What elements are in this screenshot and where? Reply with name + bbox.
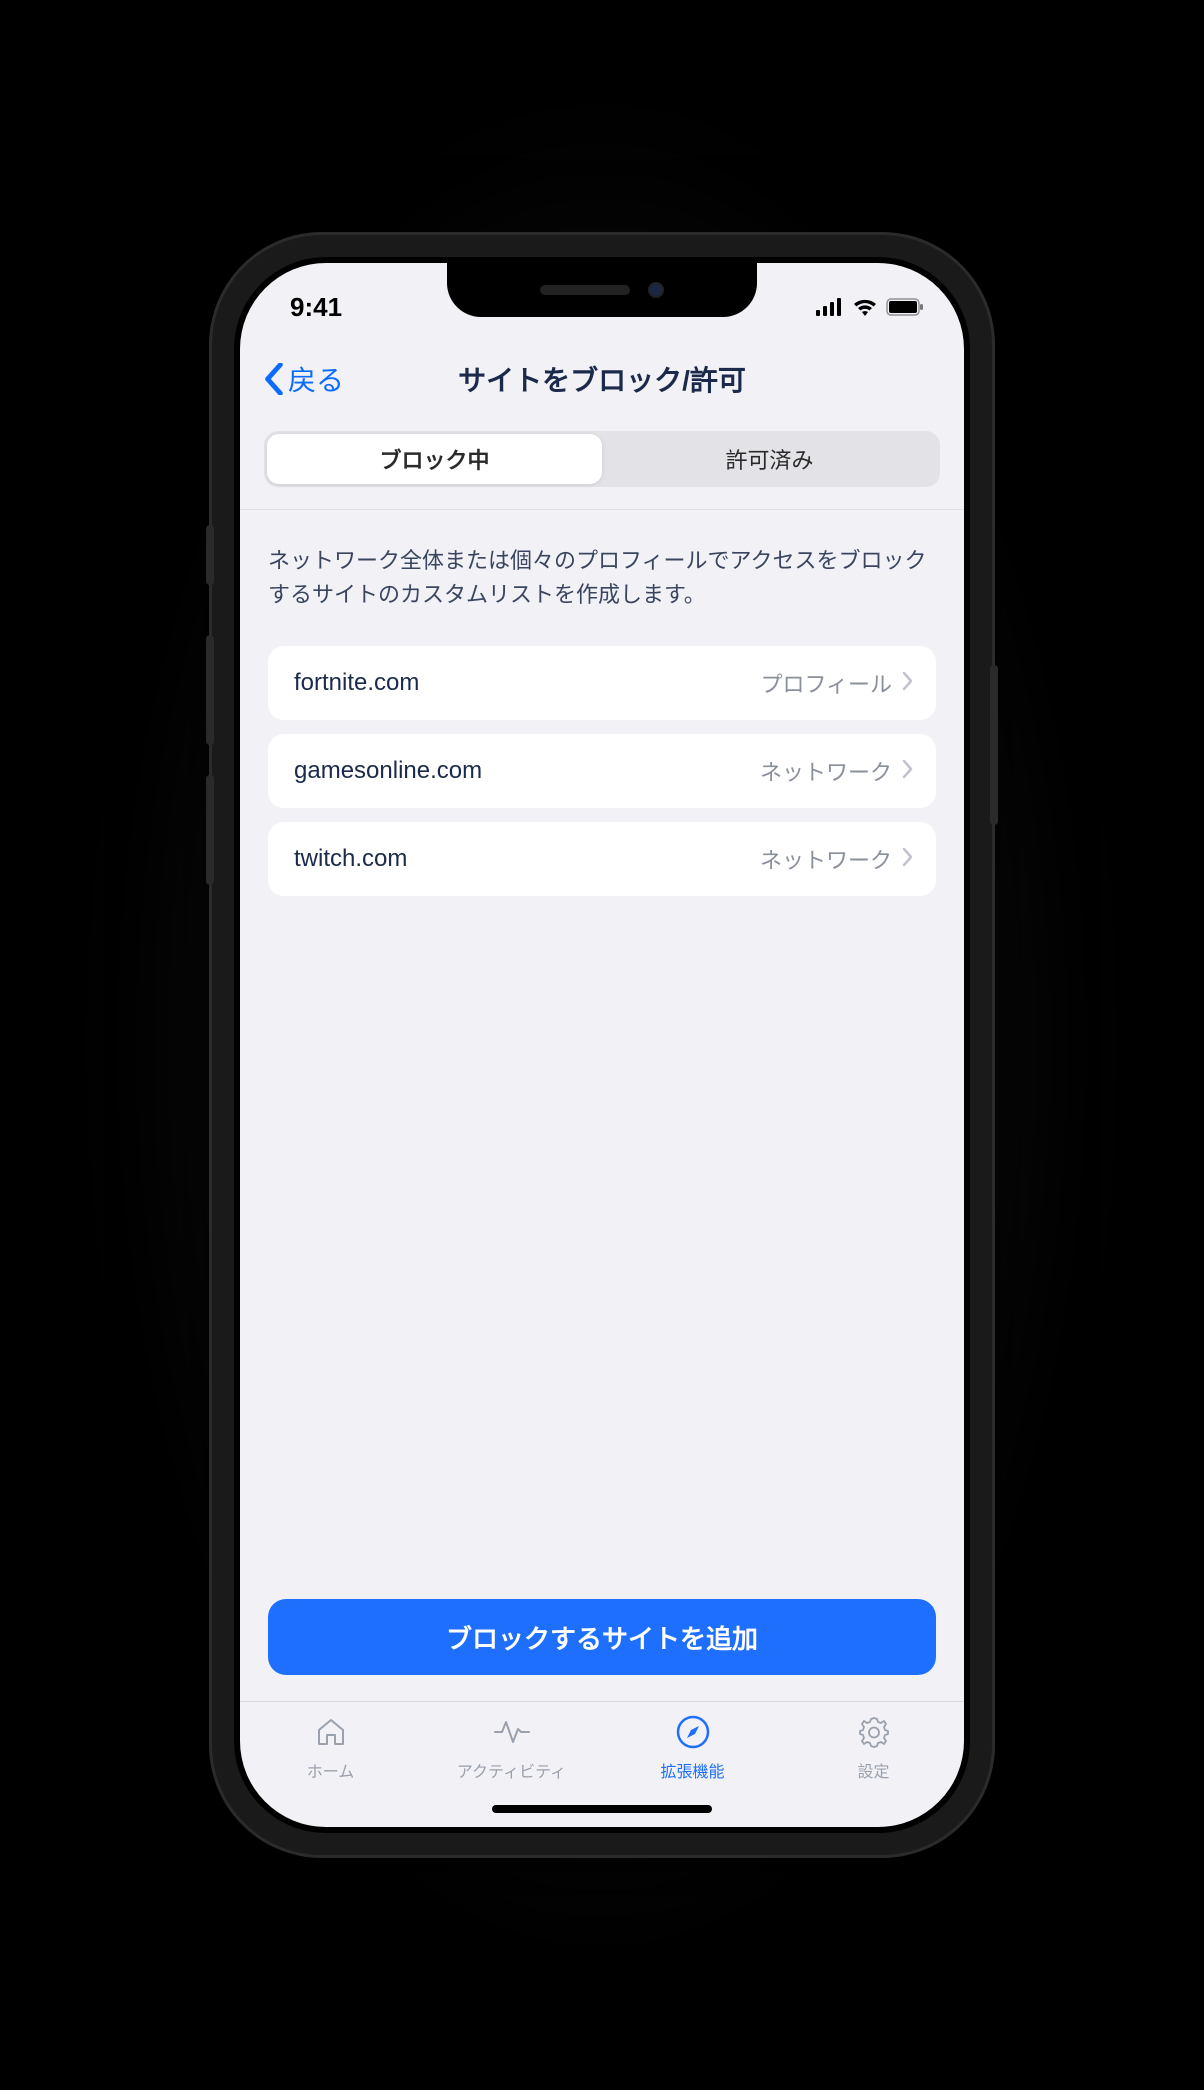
home-icon xyxy=(311,1712,351,1752)
gear-icon xyxy=(854,1712,894,1752)
tab-activity-label: アクティビティ xyxy=(457,1758,566,1782)
back-button[interactable]: 戻る xyxy=(264,359,344,399)
site-domain: fortnite.com xyxy=(294,669,760,697)
tab-allowed[interactable]: 許可済み xyxy=(602,434,937,484)
site-row[interactable]: twitch.com ネットワーク xyxy=(268,822,936,896)
phone-frame: 9:41 戻る サイトをブロッ xyxy=(212,235,992,1855)
chevron-left-icon xyxy=(264,363,284,395)
tab-allowed-label: 許可済み xyxy=(725,443,813,475)
site-scope: ネットワーク xyxy=(760,755,892,787)
tab-settings[interactable]: 設定 xyxy=(783,1712,964,1827)
tab-home[interactable]: ホーム xyxy=(240,1712,421,1827)
site-domain: twitch.com xyxy=(294,845,760,873)
nav-header: 戻る サイトをブロック/許可 xyxy=(240,341,964,417)
wifi-icon xyxy=(852,298,878,316)
chevron-right-icon xyxy=(902,671,914,696)
device-notch xyxy=(447,263,757,317)
tab-blocked[interactable]: ブロック中 xyxy=(267,434,602,484)
site-list: fortnite.com プロフィール gamesonline.com ネットワ… xyxy=(268,646,936,896)
tab-settings-label: 設定 xyxy=(857,1758,889,1782)
site-scope: ネットワーク xyxy=(760,843,892,875)
tab-extensions-label: 拡張機能 xyxy=(660,1758,724,1782)
activity-icon xyxy=(492,1712,532,1752)
battery-icon xyxy=(886,298,924,316)
site-domain: gamesonline.com xyxy=(294,757,760,785)
segmented-control: ブロック中 許可済み xyxy=(264,431,940,487)
tab-blocked-label: ブロック中 xyxy=(379,443,489,475)
section-description: ネットワーク全体または個々のプロフィールでアクセスをブロックするサイトのカスタム… xyxy=(268,544,936,612)
site-row[interactable]: gamesonline.com ネットワーク xyxy=(268,734,936,808)
add-site-label: ブロックするサイトを追加 xyxy=(446,1619,758,1656)
status-time: 9:41 xyxy=(290,292,342,323)
compass-icon xyxy=(673,1712,713,1752)
page-title: サイトをブロック/許可 xyxy=(458,359,746,399)
back-label: 戻る xyxy=(288,359,344,399)
chevron-right-icon xyxy=(902,759,914,784)
site-row[interactable]: fortnite.com プロフィール xyxy=(268,646,936,720)
site-scope: プロフィール xyxy=(760,667,892,699)
home-indicator[interactable] xyxy=(492,1805,712,1813)
add-site-button[interactable]: ブロックするサイトを追加 xyxy=(268,1599,936,1675)
chevron-right-icon xyxy=(902,847,914,872)
cellular-icon xyxy=(816,298,844,316)
tab-home-label: ホーム xyxy=(307,1758,355,1782)
